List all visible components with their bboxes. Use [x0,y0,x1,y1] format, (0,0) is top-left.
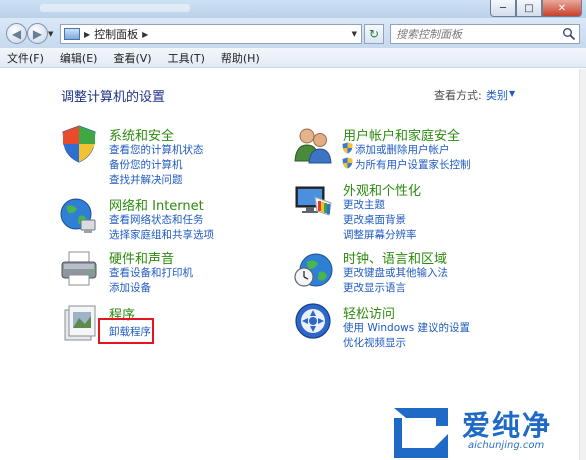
watermark-brand: 爱纯净 [462,409,553,442]
menu-bar: 文件(F) 编辑(E) 查看(V) 工具(T) 帮助(H) [0,48,586,68]
users-icon[interactable] [293,125,333,165]
breadcrumb-separator-end[interactable]: ▶ [142,30,148,39]
title-bar-blur [40,4,190,12]
minimize-button[interactable]: ─ [490,0,516,17]
recent-pages-dropdown[interactable]: ▼ [48,30,53,38]
link-change-theme[interactable]: 更改主题 [343,197,385,212]
breadcrumb-separator[interactable]: ▶ [84,30,90,39]
system-security-shield-icon[interactable] [59,124,99,164]
link-homegroup-sharing[interactable]: 选择家庭组和共享选项 [109,227,214,242]
maximize-button[interactable]: □ [516,0,542,17]
forward-button[interactable]: ▶ [27,23,48,44]
link-screen-resolution[interactable]: 调整屏幕分辨率 [343,227,417,242]
menu-view[interactable]: 查看(V) [113,50,151,66]
link-parental-controls[interactable]: 为所有用户设置家长控制 [355,157,471,172]
link-change-display-language[interactable]: 更改显示语言 [343,280,406,295]
link-change-keyboard[interactable]: 更改键盘或其他输入法 [343,265,448,280]
page-title: 调整计算机的设置 [61,90,166,105]
link-network-status[interactable]: 查看网络状态和任务 [109,212,204,227]
view-by-dropdown[interactable]: 类别 [486,87,508,103]
monitor-palette-icon[interactable] [293,181,333,221]
scrollbar[interactable] [579,69,586,460]
navigation-bar: ◀ ▶ ▼ ▶ 控制面板 ▶ ▼ ↻ [0,18,586,48]
title-bar: ─ □ ✕ [0,0,586,18]
address-dropdown[interactable]: ▼ [352,30,357,38]
menu-file[interactable]: 文件(F) [7,50,44,66]
menu-edit[interactable]: 编辑(E) [60,50,98,66]
view-by-label: 查看方式: [434,89,482,102]
network-globe-icon[interactable] [59,196,99,236]
clock-globe-icon[interactable] [293,250,333,290]
view-by-caret-icon[interactable]: ▼ [509,89,515,98]
link-windows-recommended-settings[interactable]: 使用 Windows 建议的设置 [343,320,470,335]
search-icon[interactable] [562,27,576,41]
menu-tools[interactable]: 工具(T) [168,50,205,66]
link-change-background[interactable]: 更改桌面背景 [343,212,406,227]
link-add-remove-accounts[interactable]: 添加或删除用户帐户 [355,142,450,157]
uac-shield-icon [342,142,353,154]
link-optimize-video-display[interactable]: 优化视频显示 [343,335,406,350]
printer-icon[interactable] [59,248,99,288]
refresh-button[interactable]: ↻ [364,24,384,44]
ease-of-access-icon[interactable] [293,301,333,341]
forward-arrow-icon: ▶ [32,26,43,41]
menu-help[interactable]: 帮助(H) [221,50,260,66]
search-input[interactable] [396,26,556,42]
search-box[interactable] [390,24,580,44]
refresh-icon: ↻ [368,27,380,41]
close-button[interactable]: ✕ [542,0,582,17]
programs-icon[interactable] [59,302,99,342]
breadcrumb-control-panel[interactable]: 控制面板 [94,26,138,42]
control-panel-icon [64,28,80,40]
address-bar[interactable]: ▶ 控制面板 ▶ ▼ [60,24,362,44]
watermark-logo-icon [394,408,448,458]
back-arrow-icon: ◀ [11,26,22,41]
window-controls: ─ □ ✕ [490,0,582,17]
highlight-box [98,318,154,344]
link-troubleshoot[interactable]: 查找并解决问题 [109,172,183,187]
link-add-device[interactable]: 添加设备 [109,280,151,295]
link-backup-computer[interactable]: 备份您的计算机 [109,157,183,172]
link-view-computer-status[interactable]: 查看您的计算机状态 [109,142,204,157]
back-button[interactable]: ◀ [6,23,27,44]
uac-shield-icon [342,157,353,169]
link-devices-printers[interactable]: 查看设备和打印机 [109,265,193,280]
watermark-url: aichunjing.com [468,440,545,451]
